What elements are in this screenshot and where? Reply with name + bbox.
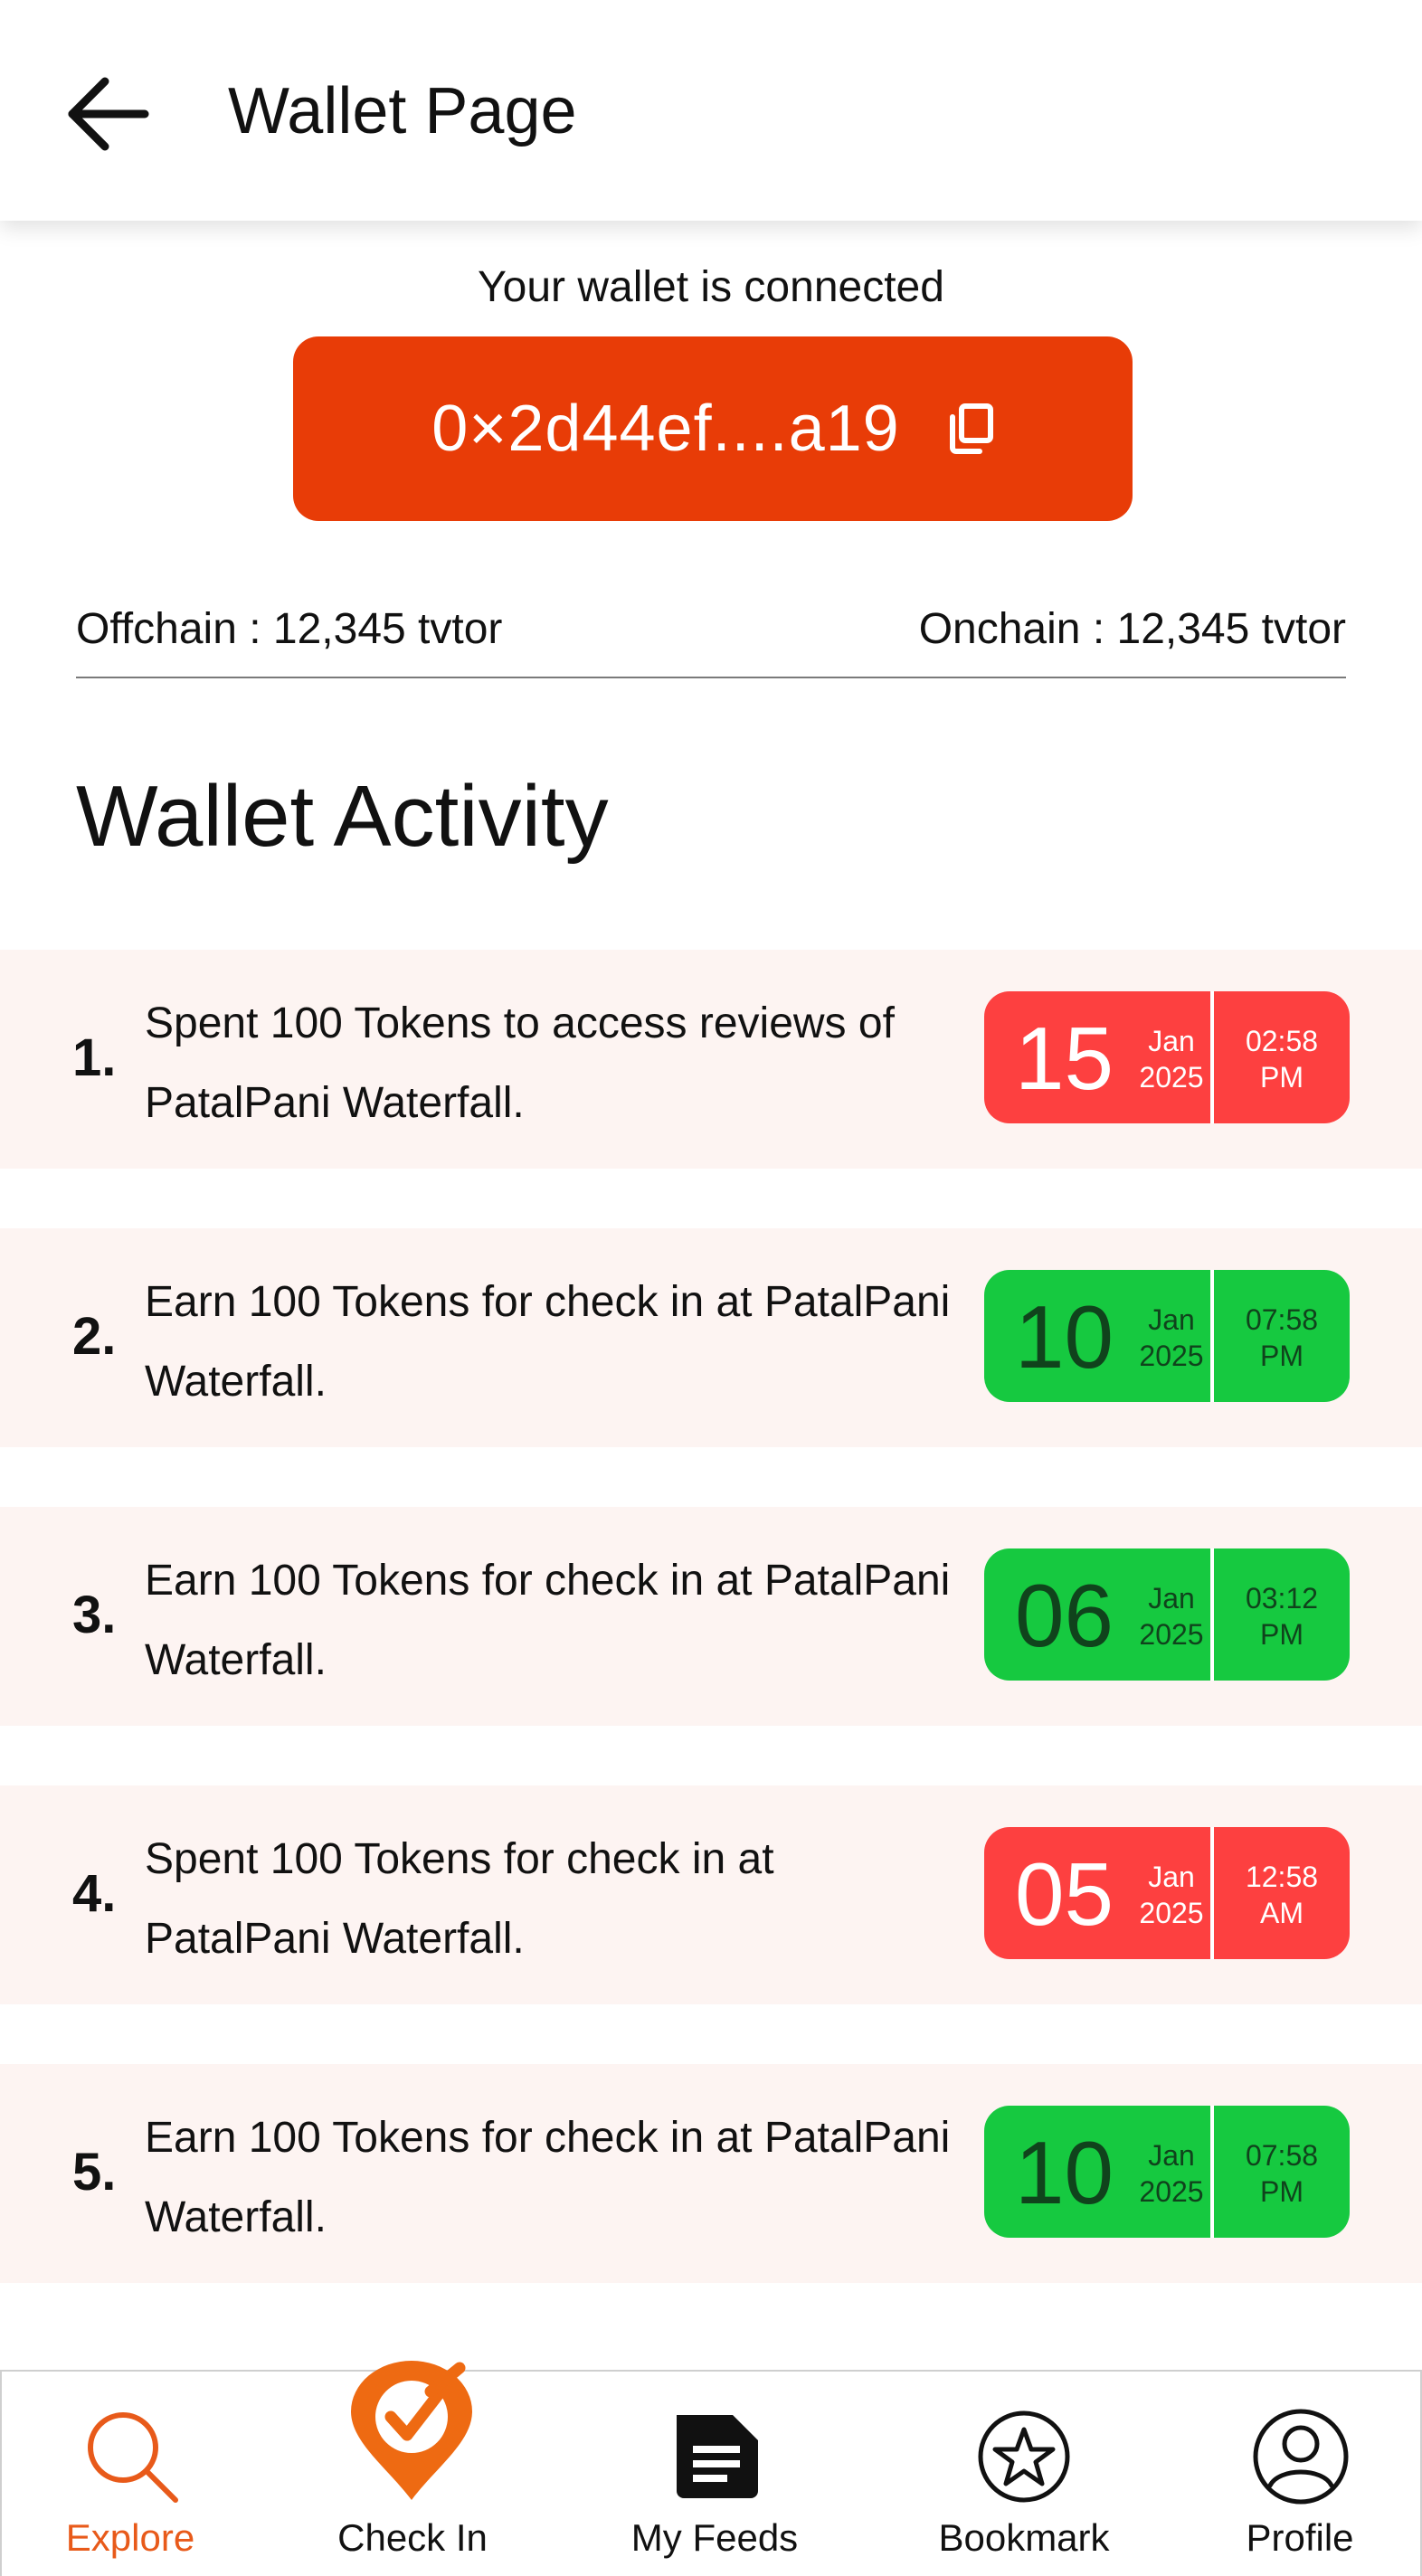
badge-time: 02:58	[1245, 1025, 1319, 1057]
item-description: Earn 100 Tokens for check in at PatalPan…	[145, 2114, 951, 2241]
wallet-status-text: Your wallet is connected	[478, 263, 944, 311]
wallet-address-button[interactable]: 0×2d44ef....a19	[293, 336, 1133, 521]
user-icon	[1253, 2409, 1349, 2505]
activity-item[interactable]: 1. Spent 100 Tokens to access reviews of…	[0, 950, 1422, 1169]
item-number: 3.	[72, 1586, 117, 1644]
badge-year: 2025	[1139, 1340, 1204, 1372]
activity-item[interactable]: 4. Spent 100 Tokens for check in at Pata…	[0, 1785, 1422, 2004]
item-number: 4.	[72, 1864, 117, 1923]
nav-bookmark-label: Bookmark	[938, 2516, 1110, 2559]
date-badge: 15 Jan 2025 02:58 PM	[984, 991, 1350, 1123]
nav-explore[interactable]: Explore	[2, 2372, 259, 2576]
nav-bookmark[interactable]: Bookmark	[896, 2372, 1152, 2576]
nav-my-feeds[interactable]: My Feeds	[586, 2372, 843, 2576]
date-badge: 10 Jan 2025 07:58 PM	[984, 2106, 1350, 2238]
badge-time: 07:58	[1245, 1303, 1319, 1336]
activity-item[interactable]: 2. Earn 100 Tokens for check in at Patal…	[0, 1228, 1422, 1447]
badge-year: 2025	[1139, 2175, 1204, 2208]
nav-profile-label: Profile	[1246, 2516, 1354, 2559]
nav-profile[interactable]: Profile	[1178, 2372, 1422, 2576]
badge-ampm: PM	[1260, 1340, 1304, 1372]
item-description: Earn 100 Tokens for check in at PatalPan…	[145, 1278, 951, 1406]
badge-month: Jan	[1148, 1582, 1195, 1615]
star-icon	[978, 2410, 1070, 2503]
nav-my-feeds-label: My Feeds	[630, 2516, 799, 2559]
badge-month: Jan	[1148, 1025, 1195, 1057]
badge-time: 03:12	[1245, 1582, 1319, 1615]
nav-check-in[interactable]: Check In	[284, 2361, 541, 2576]
item-number: 2.	[72, 1307, 117, 1366]
date-badge: 05 Jan 2025 12:58 AM	[984, 1827, 1350, 1959]
arrow-left-icon	[68, 77, 149, 151]
wallet-activity-title: Wallet Activity	[76, 768, 609, 865]
offchain-balance: Offchain : 12,345 tvtor	[76, 605, 503, 653]
item-description: Spent 100 Tokens for check in at PatalPa…	[145, 1835, 774, 1963]
badge-ampm: PM	[1260, 1618, 1304, 1651]
search-icon	[88, 2412, 178, 2503]
badge-month: Jan	[1148, 1861, 1195, 1893]
badge-month: Jan	[1148, 1303, 1195, 1336]
badge-year: 2025	[1139, 1618, 1204, 1651]
date-badge: 06 Jan 2025 03:12 PM	[984, 1548, 1350, 1681]
badge-day: 10	[1015, 1287, 1114, 1387]
badge-time: 07:58	[1245, 2139, 1319, 2172]
badge-ampm: PM	[1260, 2175, 1304, 2208]
item-description: Earn 100 Tokens for check in at PatalPan…	[145, 1557, 951, 1684]
badge-day: 10	[1015, 2123, 1114, 2222]
bottom-navigation: Explore Check In My Feeds Bookmark Profi…	[0, 2361, 1422, 2576]
badge-time: 12:58	[1245, 1861, 1319, 1893]
nav-explore-label: Explore	[65, 2516, 195, 2559]
activity-item[interactable]: 5. Earn 100 Tokens for check in at Patal…	[0, 2064, 1422, 2283]
copy-icon[interactable]	[947, 402, 994, 455]
badge-year: 2025	[1139, 1897, 1204, 1929]
item-number: 5.	[72, 2143, 117, 2202]
badge-ampm: AM	[1260, 1897, 1304, 1929]
badge-ampm: PM	[1260, 1061, 1304, 1094]
app-header: Wallet Page	[0, 0, 1422, 221]
document-icon	[677, 2415, 758, 2498]
nav-check-in-label: Check In	[337, 2516, 488, 2559]
date-badge: 10 Jan 2025 07:58 PM	[984, 1270, 1350, 1402]
activity-item[interactable]: 3. Earn 100 Tokens for check in at Patal…	[0, 1507, 1422, 1726]
badge-day: 15	[1015, 1009, 1114, 1108]
page-title: Wallet Page	[228, 75, 577, 147]
check-in-pin-icon	[351, 2361, 472, 2500]
item-number: 1.	[72, 1028, 117, 1087]
badge-day: 06	[1015, 1566, 1114, 1665]
badge-month: Jan	[1148, 2139, 1195, 2172]
item-description: Spent 100 Tokens to access reviews of Pa…	[145, 999, 895, 1127]
back-button[interactable]	[54, 69, 163, 159]
divider	[76, 677, 1346, 678]
badge-year: 2025	[1139, 1061, 1204, 1094]
badge-day: 05	[1015, 1844, 1114, 1944]
wallet-address: 0×2d44ef....a19	[431, 393, 900, 465]
onchain-balance: Onchain : 12,345 tvtor	[918, 605, 1346, 653]
